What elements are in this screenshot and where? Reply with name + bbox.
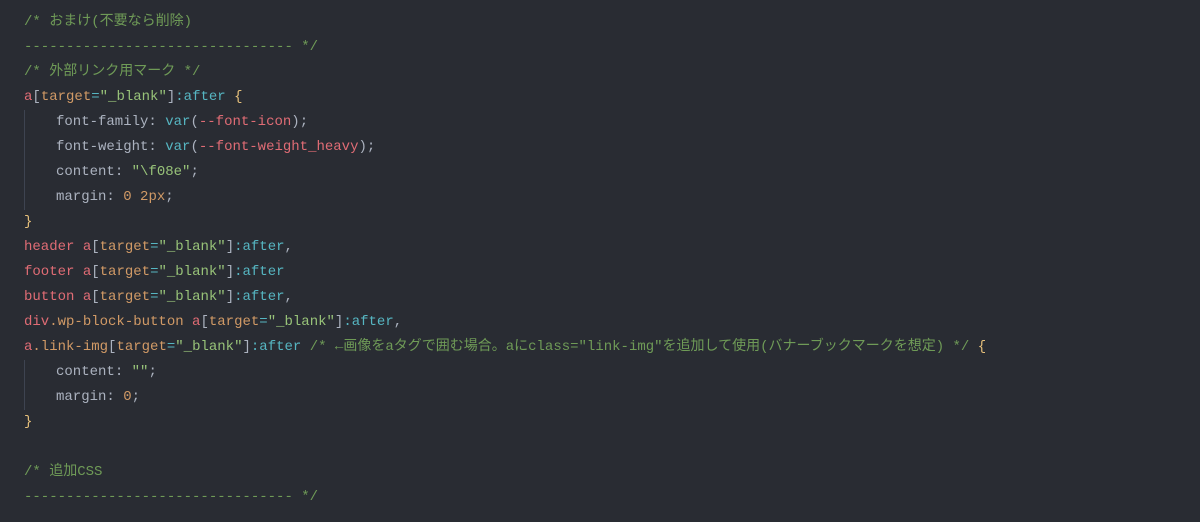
- token-bracket: ;: [300, 114, 308, 130]
- token-bracket: ,: [285, 289, 293, 305]
- token-bracket: [: [91, 289, 99, 305]
- token-string: "_blank": [100, 89, 167, 105]
- token-bracket: ): [291, 114, 299, 130]
- token-brace: {: [234, 89, 242, 105]
- token-pseudo: :after: [175, 89, 225, 105]
- token-pseudo: :after: [251, 339, 301, 355]
- token-pseudo: :after: [234, 239, 284, 255]
- token-num: 2px: [140, 189, 165, 205]
- token-op: =: [259, 314, 267, 330]
- token-op: =: [91, 89, 99, 105]
- token-brace: {: [978, 339, 986, 355]
- token-bracket: [: [91, 239, 99, 255]
- token-prop: margin: [56, 189, 106, 205]
- token-op: =: [167, 339, 175, 355]
- token-bracket: :: [115, 364, 132, 380]
- token-prop: content: [56, 164, 115, 180]
- token-bracket: ): [359, 139, 367, 155]
- code-comment: /* 追加CSS: [24, 464, 102, 480]
- token-attr: target: [100, 264, 150, 280]
- token-prop: margin: [56, 389, 106, 405]
- token-bracket: :: [148, 114, 165, 130]
- token-bracket: (: [190, 139, 198, 155]
- token-bracket: :: [106, 189, 123, 205]
- token-var: --font-icon: [199, 114, 291, 130]
- token-comment: /* ←画像をaタグで囲む場合。aにclass="link-img"を追加して使…: [310, 339, 970, 355]
- code-comment: /* おまけ(不要なら削除): [24, 14, 192, 30]
- token-class: .wp-block-button: [49, 314, 183, 330]
- token-bracket: ]: [242, 339, 250, 355]
- token-attr: target: [209, 314, 259, 330]
- token-func: var: [165, 114, 190, 130]
- token-string: "_blank": [158, 264, 225, 280]
- token-pseudo: :after: [234, 289, 284, 305]
- token-tag: footer: [24, 264, 74, 280]
- token-bracket: ]: [226, 289, 234, 305]
- token-prop: font-family: [56, 114, 148, 130]
- token-bracket: (: [190, 114, 198, 130]
- token-bracket: ]: [226, 264, 234, 280]
- token-brace: }: [24, 214, 32, 230]
- token-bracket: :: [148, 139, 165, 155]
- token-bracket: ,: [285, 239, 293, 255]
- token-bracket: [: [200, 314, 208, 330]
- token-func: var: [165, 139, 190, 155]
- token-string: "_blank": [175, 339, 242, 355]
- token-var: --font-weight_heavy: [199, 139, 359, 155]
- code-comment: -------------------------------- */: [24, 489, 318, 505]
- token-bracket: [: [91, 264, 99, 280]
- token-prop: font-weight: [56, 139, 148, 155]
- token-bracket: ;: [367, 139, 375, 155]
- token-bracket: ,: [394, 314, 402, 330]
- token-attr: target: [41, 89, 91, 105]
- token-attr: target: [116, 339, 166, 355]
- token-tag: header: [24, 239, 74, 255]
- token-tag: a: [83, 289, 91, 305]
- code-editor-content[interactable]: /* おまけ(不要なら削除) -------------------------…: [0, 0, 1200, 520]
- token-bracket: ;: [148, 364, 156, 380]
- code-comment: /* 外部リンク用マーク */: [24, 64, 200, 80]
- token-attr: target: [100, 289, 150, 305]
- token-tag: a: [83, 264, 91, 280]
- token-num: 0: [123, 389, 131, 405]
- token-pseudo: :after: [234, 264, 284, 280]
- token-tag: button: [24, 289, 74, 305]
- token-num: 0: [123, 189, 131, 205]
- token-string: "\f08e": [132, 164, 191, 180]
- token-attr: target: [100, 239, 150, 255]
- token-string: "_blank": [268, 314, 335, 330]
- token-bracket: ]: [167, 89, 175, 105]
- token-brace: }: [24, 414, 32, 430]
- token-tag: div: [24, 314, 49, 330]
- token-bracket: ;: [165, 189, 173, 205]
- token-bracket: :: [115, 164, 132, 180]
- code-comment: -------------------------------- */: [24, 39, 318, 55]
- token-class: .link-img: [32, 339, 108, 355]
- token-bracket: ]: [226, 239, 234, 255]
- token-pseudo: :after: [343, 314, 393, 330]
- token-bracket: ;: [132, 389, 140, 405]
- token-prop: content: [56, 364, 115, 380]
- token-string: "_blank": [158, 289, 225, 305]
- token-tag: a: [83, 239, 91, 255]
- token-string: "": [132, 364, 149, 380]
- token-string: "_blank": [158, 239, 225, 255]
- token-bracket: :: [106, 389, 123, 405]
- token-bracket: [: [32, 89, 40, 105]
- token-bracket: ;: [190, 164, 198, 180]
